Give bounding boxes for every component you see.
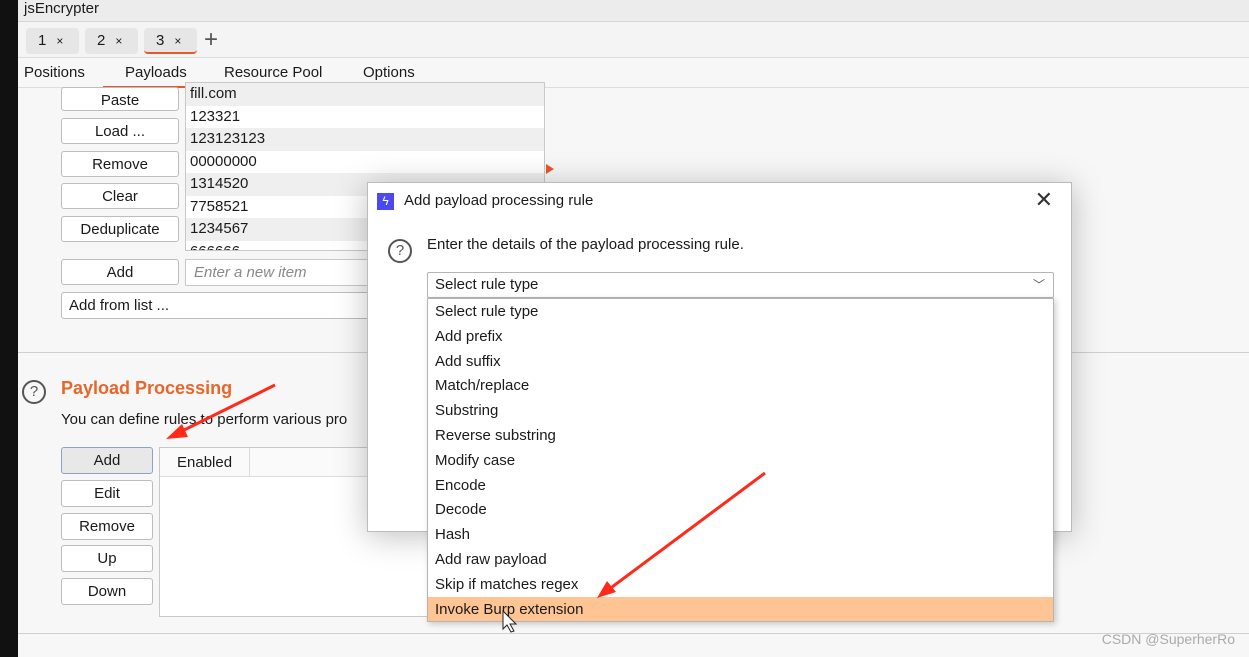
background-window-edge [0, 0, 18, 657]
window-title: jsEncrypter [24, 0, 100, 17]
tab-2[interactable]: 2 × [85, 28, 138, 54]
option-select-rule-type[interactable]: Select rule type [428, 299, 1053, 324]
option-hash[interactable]: Hash [428, 522, 1053, 547]
dialog-instruction: Enter the details of the payload process… [427, 236, 744, 253]
rule-type-select[interactable]: Select rule type ﹀ [427, 272, 1054, 298]
option-match-replace[interactable]: Match/replace [428, 373, 1053, 398]
option-skip-if-matches-regex[interactable]: Skip if matches regex [428, 572, 1053, 597]
paste-button[interactable]: Paste [61, 87, 179, 111]
edit-rule-button[interactable]: Edit [61, 480, 153, 507]
dialog-title: Add payload processing rule [404, 192, 594, 209]
option-modify-case[interactable]: Modify case [428, 448, 1053, 473]
list-item[interactable]: 00000000 [186, 151, 544, 174]
add-item-button[interactable]: Add [61, 259, 179, 285]
close-icon[interactable]: × [174, 34, 181, 48]
option-add-suffix[interactable]: Add suffix [428, 349, 1053, 374]
deduplicate-button[interactable]: Deduplicate [61, 216, 179, 242]
tab-1[interactable]: 1 × [26, 28, 79, 54]
chevron-down-icon: ﹀ [1032, 278, 1045, 292]
option-substring[interactable]: Substring [428, 398, 1053, 423]
option-invoke-burp-extension[interactable]: Invoke Burp extension [428, 596, 1053, 622]
remove-button[interactable]: Remove [61, 151, 179, 177]
rule-type-options: Select rule type Add prefix Add suffix M… [427, 298, 1054, 622]
option-reverse-substring[interactable]: Reverse substring [428, 423, 1053, 448]
close-icon[interactable]: × [115, 34, 122, 48]
tab-positions[interactable]: Positions [24, 64, 85, 81]
expand-arrow-icon[interactable] [546, 164, 554, 174]
down-rule-button[interactable]: Down [61, 578, 153, 605]
title-bar: jsEncrypter [18, 0, 1249, 22]
option-add-prefix[interactable]: Add prefix [428, 324, 1053, 349]
close-icon[interactable]: ✕ [1035, 187, 1053, 213]
selected-value: Select rule type [435, 276, 539, 293]
tab-label: 2 [97, 32, 106, 49]
load-button[interactable]: Load ... [61, 118, 179, 144]
tab-bar: 1 × 2 × 3 × + [18, 22, 1249, 58]
section-title: Payload Processing [61, 378, 233, 398]
column-header-enabled[interactable]: Enabled [160, 448, 250, 477]
tab-3[interactable]: 3 × [144, 28, 197, 54]
add-rule-button[interactable]: Add [61, 447, 153, 474]
help-icon[interactable]: ? [388, 239, 412, 263]
option-encode[interactable]: Encode [428, 473, 1053, 498]
clear-button[interactable]: Clear [61, 183, 179, 209]
option-decode[interactable]: Decode [428, 497, 1053, 522]
add-tab-button[interactable]: + [204, 26, 218, 54]
help-icon[interactable]: ? [22, 380, 46, 404]
option-add-raw-payload[interactable]: Add raw payload [428, 547, 1053, 572]
list-item[interactable]: 123123123 [186, 128, 544, 151]
list-item[interactable]: fill.com [186, 83, 544, 106]
watermark: CSDN @SuperherRo [1101, 631, 1235, 647]
section-description: You can define rules to perform various … [61, 411, 348, 428]
list-item[interactable]: 123321 [186, 106, 544, 129]
up-rule-button[interactable]: Up [61, 545, 153, 572]
tab-label: 1 [38, 32, 47, 49]
tab-resource-pool[interactable]: Resource Pool [224, 64, 322, 81]
remove-rule-button[interactable]: Remove [61, 513, 153, 540]
divider [18, 633, 1249, 634]
tab-options[interactable]: Options [363, 64, 415, 81]
close-icon[interactable]: × [56, 34, 63, 48]
burp-lightning-icon: ϟ [377, 193, 394, 210]
tab-label: 3 [156, 32, 165, 49]
